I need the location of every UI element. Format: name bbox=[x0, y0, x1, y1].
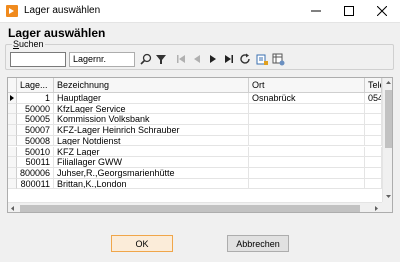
row-indicator[interactable] bbox=[8, 114, 17, 126]
maximize-button[interactable] bbox=[333, 0, 365, 22]
export-icon[interactable] bbox=[255, 52, 269, 66]
cell-ort bbox=[249, 135, 365, 147]
column-header-ort[interactable]: Ort bbox=[249, 78, 365, 93]
cell-telefon bbox=[365, 157, 382, 168]
cell-bezeichnung: Lager Notdienst bbox=[54, 135, 249, 147]
cell-bezeichnung: KFZ Lager bbox=[54, 146, 249, 158]
cell-telefon bbox=[365, 167, 382, 179]
cell-bezeichnung: Kommission Volksbank bbox=[54, 114, 249, 126]
table-row[interactable]: 50000 KfzLager Service bbox=[8, 103, 382, 115]
minimize-button[interactable] bbox=[300, 0, 332, 22]
horizontal-scrollbar[interactable] bbox=[8, 202, 382, 212]
cell-telefon bbox=[365, 135, 382, 147]
cell-bezeichnung: Juhser,R.,Georgsmarienhütte bbox=[54, 167, 249, 179]
cell-telefon bbox=[365, 103, 382, 115]
cell-ort bbox=[249, 125, 365, 136]
filter-icon[interactable] bbox=[154, 52, 168, 66]
cell-telefon bbox=[365, 114, 382, 126]
last-record-icon[interactable] bbox=[222, 52, 236, 66]
cell-ort bbox=[249, 157, 365, 168]
cell-lagernr: 50005 bbox=[17, 114, 54, 126]
close-button[interactable] bbox=[366, 0, 398, 22]
settings-icon[interactable] bbox=[271, 52, 285, 66]
next-record-icon[interactable] bbox=[206, 52, 220, 66]
cell-lagernr: 50000 bbox=[17, 103, 54, 115]
table-row[interactable]: 800011 Brittan,K.,London bbox=[8, 178, 382, 190]
dialog-heading: Lager auswählen bbox=[8, 26, 106, 40]
cell-telefon bbox=[365, 125, 382, 136]
row-indicator[interactable] bbox=[8, 125, 17, 136]
table-row[interactable]: 50010 KFZ Lager bbox=[8, 146, 382, 158]
row-indicator[interactable] bbox=[8, 135, 17, 147]
grid-header: Lage... Bezeichnung Ort Tele bbox=[8, 78, 382, 93]
row-indicator-header bbox=[8, 78, 17, 93]
column-header-bezeichnung[interactable]: Bezeichnung bbox=[54, 78, 249, 93]
column-header-lagernr[interactable]: Lage... bbox=[17, 78, 54, 93]
scrollbar-corner bbox=[382, 202, 392, 212]
cell-lagernr: 800011 bbox=[17, 178, 54, 190]
row-indicator[interactable] bbox=[8, 146, 17, 158]
table-row[interactable]: 800006 Juhser,R.,Georgsmarienhütte bbox=[8, 167, 382, 179]
cell-lagernr: 50007 bbox=[17, 125, 54, 136]
refresh-icon[interactable] bbox=[238, 52, 252, 66]
table-row[interactable]: 50007 KFZ-Lager Heinrich Schrauber bbox=[8, 125, 382, 136]
app-icon bbox=[6, 5, 18, 17]
cell-ort bbox=[249, 146, 365, 158]
table-row[interactable]: 50008 Lager Notdienst bbox=[8, 135, 382, 147]
cell-lagernr: 800006 bbox=[17, 167, 54, 179]
current-row-indicator[interactable] bbox=[8, 93, 17, 104]
cell-bezeichnung: KFZ-Lager Heinrich Schrauber bbox=[54, 125, 249, 136]
cell-lagernr: 50010 bbox=[17, 146, 54, 158]
cell-ort bbox=[249, 103, 365, 115]
vertical-scrollbar[interactable] bbox=[382, 78, 392, 202]
title-bar: Lager auswählen bbox=[0, 0, 400, 23]
cell-bezeichnung: Filiallager GWW bbox=[54, 157, 249, 168]
cell-bezeichnung: Hauptlager bbox=[54, 93, 249, 104]
table-row[interactable]: 50011 Filiallager GWW bbox=[8, 157, 382, 168]
window-title: Lager auswählen bbox=[24, 5, 101, 16]
cell-lagernr: 50011 bbox=[17, 157, 54, 168]
search-field-select[interactable]: Lagernr. bbox=[69, 52, 135, 67]
first-record-icon[interactable] bbox=[174, 52, 188, 66]
cell-bezeichnung: KfzLager Service bbox=[54, 103, 249, 115]
search-input[interactable] bbox=[10, 52, 66, 67]
cancel-button[interactable]: Abbrechen bbox=[227, 235, 289, 252]
cell-ort: Osnabrück bbox=[249, 93, 365, 104]
previous-record-icon[interactable] bbox=[190, 52, 204, 66]
ok-button[interactable]: OK bbox=[111, 235, 173, 252]
cell-bezeichnung: Brittan,K.,London bbox=[54, 178, 249, 190]
cell-ort bbox=[249, 167, 365, 179]
search-icon[interactable] bbox=[139, 52, 153, 66]
table-row[interactable]: 1 Hauptlager Osnabrück 054 bbox=[8, 93, 382, 104]
cell-telefon bbox=[365, 178, 382, 190]
cell-lagernr: 1 bbox=[17, 93, 54, 104]
row-indicator[interactable] bbox=[8, 103, 17, 115]
row-indicator[interactable] bbox=[8, 157, 17, 168]
table-row[interactable]: 50005 Kommission Volksbank bbox=[8, 114, 382, 126]
column-header-telefon[interactable]: Tele bbox=[365, 78, 382, 93]
cell-ort bbox=[249, 114, 365, 126]
cell-telefon bbox=[365, 146, 382, 158]
cell-ort bbox=[249, 178, 365, 190]
search-legend: Suchen bbox=[12, 39, 45, 49]
cell-lagernr: 50008 bbox=[17, 135, 54, 147]
warehouse-grid[interactable]: Lage... Bezeichnung Ort Tele 1Hauptlager… bbox=[7, 77, 393, 213]
row-indicator[interactable] bbox=[8, 167, 17, 179]
row-indicator[interactable] bbox=[8, 178, 17, 190]
cell-telefon: 054 bbox=[365, 93, 382, 104]
